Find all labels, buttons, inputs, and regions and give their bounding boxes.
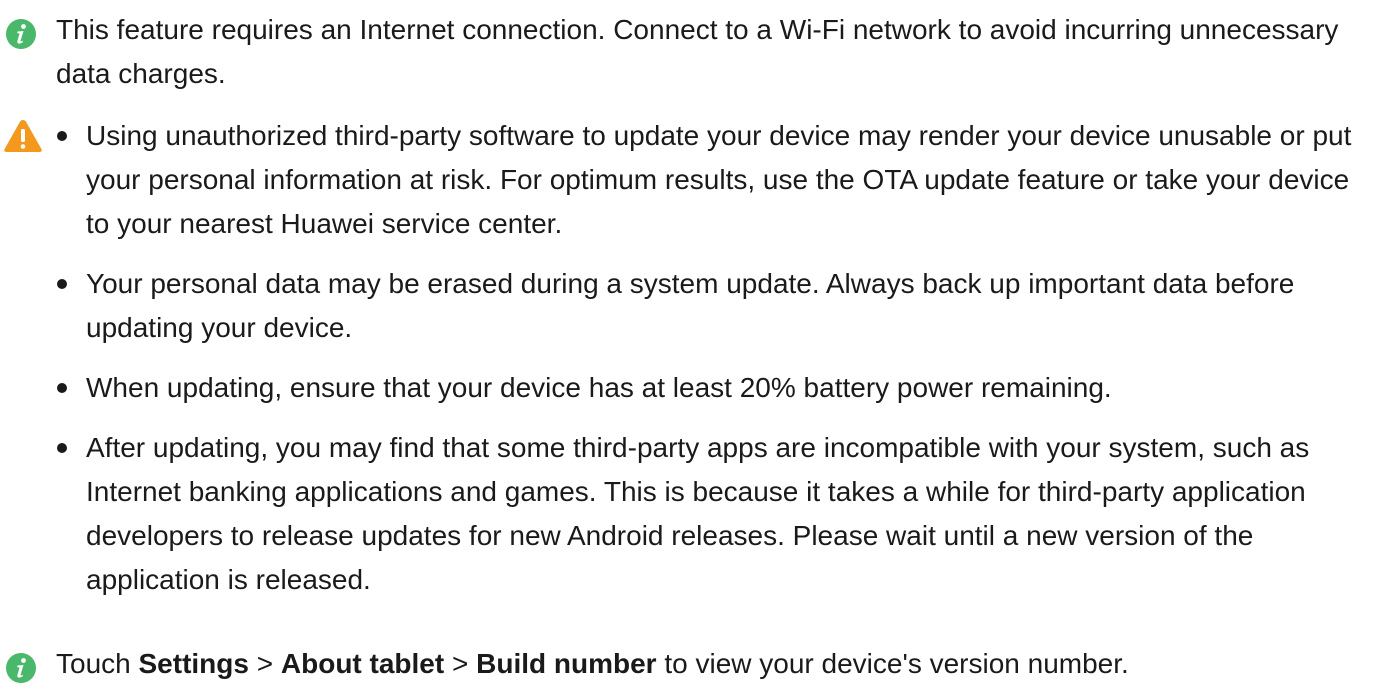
bullet-dot xyxy=(57,383,67,393)
warning-text-2: Your personal data may be erased during … xyxy=(86,268,1295,343)
warning-text-1: Using unauthorized third-party software … xyxy=(86,120,1352,239)
list-item: Using unauthorized third-party software … xyxy=(56,114,1359,246)
warning-text-4: After updating, you may find that some t… xyxy=(86,432,1310,595)
version-note-text: Touch Settings > About tablet > Build nu… xyxy=(56,642,1359,686)
list-item: Your personal data may be erased during … xyxy=(56,262,1359,350)
list-item: After updating, you may find that some t… xyxy=(56,426,1359,602)
list-item: When updating, ensure that your device h… xyxy=(56,366,1359,410)
info-icon xyxy=(6,653,36,683)
warning-list: Using unauthorized third-party software … xyxy=(56,114,1359,618)
about-tablet-label: About tablet xyxy=(280,648,445,679)
bullet-dot xyxy=(57,131,67,141)
bullet-dot xyxy=(57,443,67,453)
warning-icon xyxy=(4,120,42,152)
version-note-suffix: to view your device's version number. xyxy=(656,648,1129,679)
warning-text-3: When updating, ensure that your device h… xyxy=(86,372,1112,403)
bullet-dot xyxy=(57,279,67,289)
settings-label: Settings xyxy=(138,648,249,679)
path-separator: > xyxy=(444,648,477,679)
version-note-prefix: Touch xyxy=(56,648,139,679)
internet-note-text: This feature requires an Internet connec… xyxy=(56,14,1339,89)
path-separator: > xyxy=(248,648,281,679)
build-number-label: Build number xyxy=(476,648,657,679)
info-icon xyxy=(6,19,36,49)
